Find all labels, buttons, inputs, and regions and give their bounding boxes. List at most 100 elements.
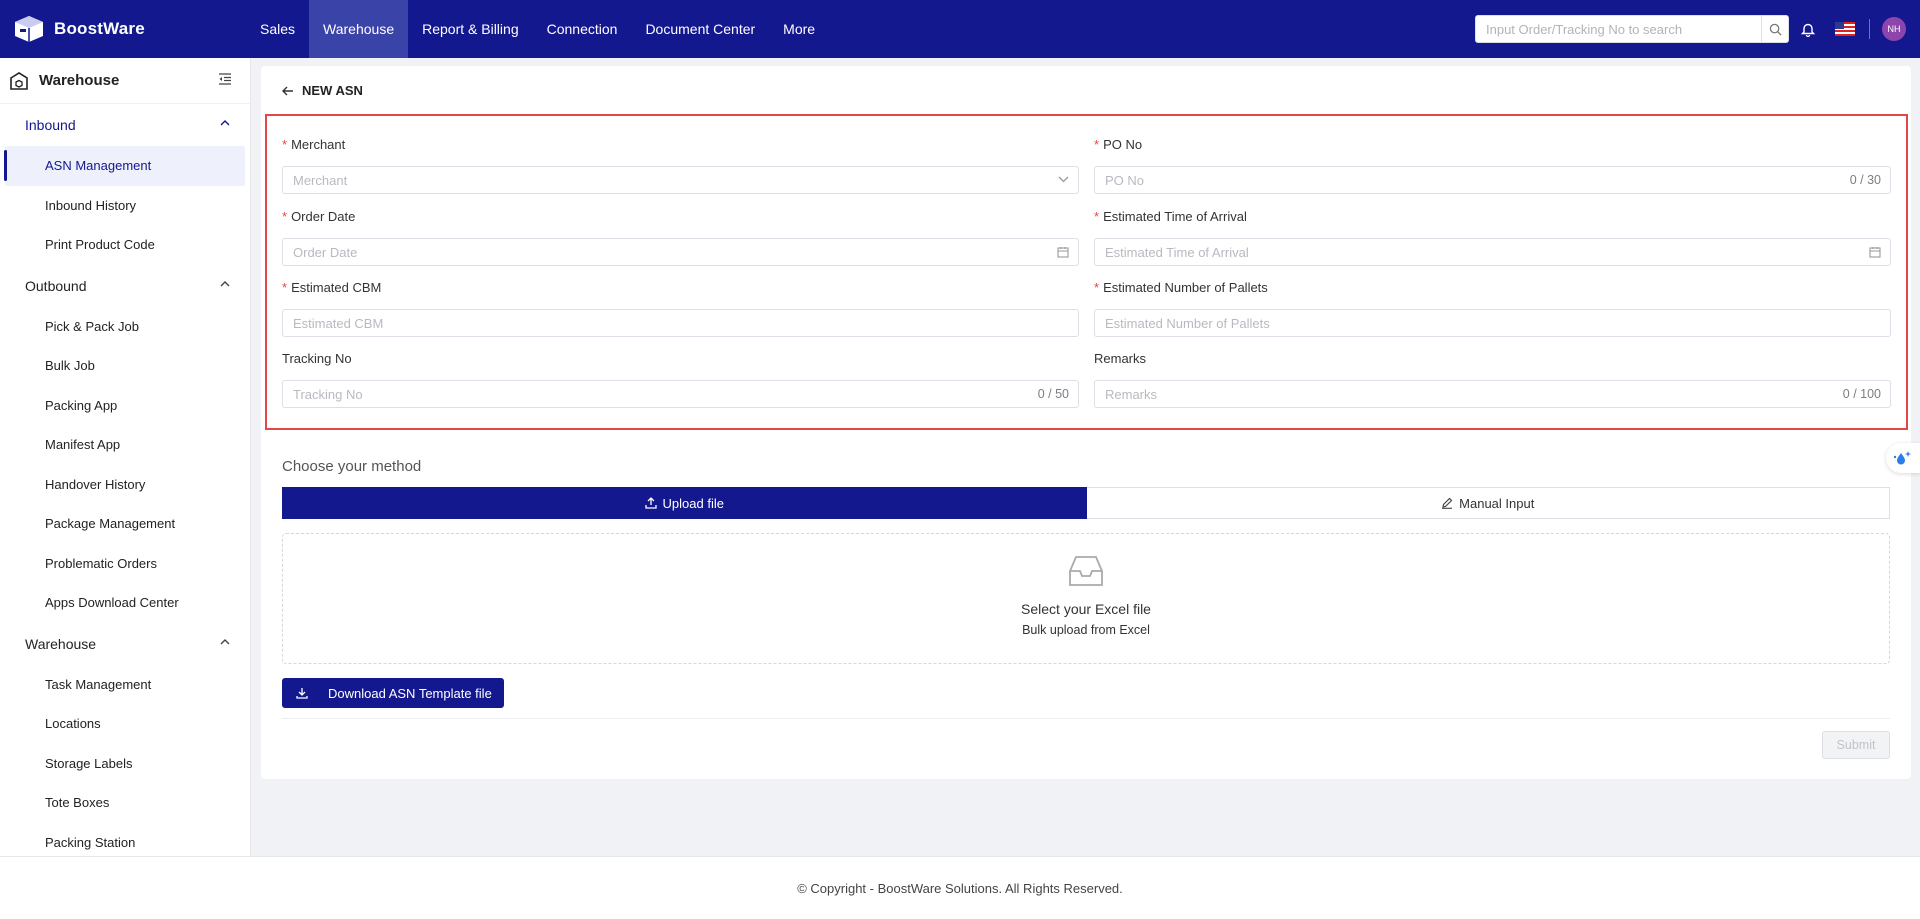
merchant-label: Merchant xyxy=(291,137,346,152)
calendar-icon xyxy=(1869,247,1881,258)
sidebar-item-packing-app[interactable]: Packing App xyxy=(0,386,250,426)
sidebar-item-handover-history[interactable]: Handover History xyxy=(0,465,250,505)
merchant-select[interactable]: Merchant xyxy=(282,166,1079,194)
sidebar-item-asn-management[interactable]: ASN Management xyxy=(4,146,245,186)
pallets-placeholder: Estimated Number of Pallets xyxy=(1105,315,1270,331)
eta-placeholder: Estimated Time of Arrival xyxy=(1105,244,1249,260)
nav-sales[interactable]: Sales xyxy=(246,0,309,58)
remarks-field: Remarks Remarks 0 / 100 xyxy=(1094,351,1891,408)
sidebar-item-manifest-app[interactable]: Manifest App xyxy=(0,425,250,465)
back-button[interactable]: NEW ASN xyxy=(282,83,363,98)
pallets-field: * Estimated Number of Pallets Estimated N… xyxy=(1094,280,1891,337)
sidebar-item-task-management[interactable]: Task Management xyxy=(0,665,250,705)
merchant-placeholder: Merchant xyxy=(293,172,348,188)
search-input[interactable] xyxy=(1476,16,1761,42)
sidebar-section-warehouse[interactable]: Warehouse xyxy=(0,623,250,665)
remarks-placeholder: Remarks xyxy=(1105,386,1158,402)
chevron-up-icon xyxy=(220,280,230,286)
arrow-left-icon xyxy=(282,86,293,95)
submit-button[interactable]: Submit xyxy=(1822,731,1890,759)
download-template-label: Download ASN Template file xyxy=(328,685,492,701)
brand-logo[interactable]: BoostWare xyxy=(0,14,246,44)
sidebar-item-bulk-job[interactable]: Bulk Job xyxy=(0,346,250,386)
nav-report-billing[interactable]: Report & Billing xyxy=(408,0,533,58)
required-mark: * xyxy=(282,137,288,152)
tracking-input[interactable]: Tracking No 0 / 50 xyxy=(282,380,1079,408)
po-no-field: * PO No PO No 0 / 30 xyxy=(1094,137,1891,194)
required-mark: * xyxy=(1094,137,1100,152)
manual-input-label: Manual Input xyxy=(1459,495,1535,511)
search-button[interactable] xyxy=(1761,16,1788,42)
eta-date-picker[interactable]: Estimated Time of Arrival xyxy=(1094,238,1891,266)
order-date-picker[interactable]: Order Date xyxy=(282,238,1079,266)
us-flag-icon[interactable] xyxy=(1835,22,1855,36)
user-avatar[interactable]: NH xyxy=(1882,17,1906,41)
sidebar-section-outbound[interactable]: Outbound xyxy=(0,265,250,307)
char-counter: 0 / 30 xyxy=(1849,173,1881,187)
tracking-field: Tracking No Tracking No 0 / 50 xyxy=(282,351,1079,408)
download-template-button[interactable]: Download ASN Template file xyxy=(282,678,504,708)
sidebar-title: Warehouse xyxy=(39,72,120,89)
po-no-placeholder: PO No xyxy=(1105,172,1145,188)
cbm-label: Estimated CBM xyxy=(291,280,382,295)
manual-input-tab[interactable]: Manual Input xyxy=(1086,487,1890,519)
section-label: Warehouse xyxy=(25,635,97,652)
sidebar-section-inbound[interactable]: Inbound xyxy=(0,104,250,146)
char-counter: 0 / 100 xyxy=(1842,387,1881,401)
floating-assistant-button[interactable] xyxy=(1886,443,1920,473)
required-mark: * xyxy=(282,280,288,295)
cbm-field: * Estimated CBM Estimated CBM xyxy=(282,280,1079,337)
nav-warehouse[interactable]: Warehouse xyxy=(309,0,409,58)
section-label: Inbound xyxy=(25,117,76,133)
footer: © Copyright - BoostWare Solutions. All R… xyxy=(0,856,1920,919)
sidebar-item-packing-station[interactable]: Packing Station xyxy=(0,823,250,857)
nav-document-center[interactable]: Document Center xyxy=(631,0,769,58)
page-title: NEW ASN xyxy=(302,83,363,98)
nav-divider xyxy=(1869,19,1870,39)
pallets-label: Estimated Number of Pallets xyxy=(1103,280,1268,295)
eta-label: Estimated Time of Arrival xyxy=(1103,209,1247,224)
sidebar-header: Warehouse xyxy=(0,58,250,104)
sidebar-item-tote-boxes[interactable]: Tote Boxes xyxy=(0,783,250,823)
chevron-down-icon xyxy=(1058,176,1069,183)
sidebar-item-inbound-history[interactable]: Inbound History xyxy=(0,186,250,226)
droplet-sparkle-icon xyxy=(1893,451,1911,465)
section-label: Outbound xyxy=(25,277,87,294)
sidebar-item-pick-pack-job[interactable]: Pick & Pack Job xyxy=(0,307,250,347)
required-mark: * xyxy=(1094,209,1100,224)
brand-name: BoostWare xyxy=(54,19,145,38)
upload-icon xyxy=(644,497,657,509)
excel-dropzone[interactable]: Select your Excel file Bulk upload from … xyxy=(282,533,1890,664)
sidebar-item-problematic-orders[interactable]: Problematic Orders xyxy=(0,544,250,584)
sidebar-item-locations[interactable]: Locations xyxy=(0,704,250,744)
new-asn-card: NEW ASN * Merchant Merchant * PO No PO No … xyxy=(261,66,1911,779)
nav-more[interactable]: More xyxy=(769,0,829,58)
sidebar-item-print-product-code[interactable]: Print Product Code xyxy=(0,225,250,265)
notification-button[interactable] xyxy=(1799,20,1817,38)
remarks-input[interactable]: Remarks 0 / 100 xyxy=(1094,380,1891,408)
order-date-label: Order Date xyxy=(291,209,356,224)
warehouse-icon xyxy=(10,71,28,90)
sidebar-item-package-management[interactable]: Package Management xyxy=(0,504,250,544)
required-mark: * xyxy=(1094,280,1100,295)
global-search xyxy=(1475,15,1789,43)
calendar-icon xyxy=(1057,247,1069,258)
main-nav: Sales Warehouse Report & Billing Connect… xyxy=(246,0,829,58)
remarks-label: Remarks xyxy=(1094,351,1147,366)
cbm-input[interactable]: Estimated CBM xyxy=(282,309,1079,337)
inbox-icon xyxy=(1069,556,1103,586)
sidebar: Warehouse Inbound ASN Management Inbound… xyxy=(0,58,251,856)
po-no-input[interactable]: PO No 0 / 30 xyxy=(1094,166,1891,194)
pallets-input[interactable]: Estimated Number of Pallets xyxy=(1094,309,1891,337)
nav-connection[interactable]: Connection xyxy=(533,0,632,58)
choose-method-heading: Choose your method xyxy=(282,458,422,475)
dropzone-title: Select your Excel file xyxy=(1021,601,1151,617)
sidebar-item-storage-labels[interactable]: Storage Labels xyxy=(0,744,250,784)
nav-right-tools: NH xyxy=(1475,0,1906,58)
download-icon xyxy=(296,688,308,699)
upload-file-tab[interactable]: Upload file xyxy=(282,487,1087,519)
order-date-field: * Order Date Order Date xyxy=(282,209,1079,266)
divider xyxy=(282,718,1890,719)
sidebar-item-apps-download-center[interactable]: Apps Download Center xyxy=(0,583,250,623)
collapse-menu-icon[interactable] xyxy=(218,73,232,85)
